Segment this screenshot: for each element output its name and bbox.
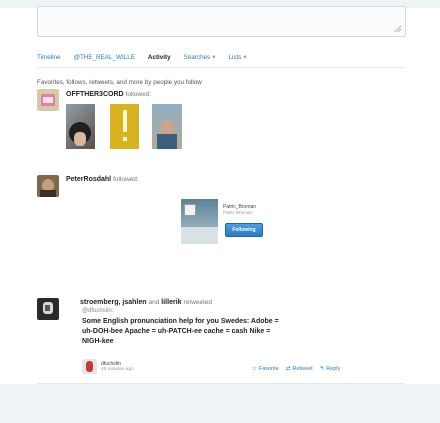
activity-conjunction: and [148,299,160,306]
avatar-stroemberg[interactable] [37,298,59,320]
avatar-art [86,361,93,372]
tweet-text-line: NIGH-kee [82,338,114,345]
profile-card-background[interactable] [181,199,218,244]
user-link[interactable]: lillerik [161,299,181,306]
tweet-author-handle[interactable]: @dfuchslin: [82,308,113,314]
tab-mentions[interactable]: @THE_REAL_WILLE [74,54,135,61]
photo-art [123,137,127,141]
followed-user-photo-3[interactable] [152,104,182,149]
reply-button[interactable]: ↰ Reply [320,366,341,372]
avatar-dfuchslin[interactable] [82,359,97,374]
tabs-divider [37,67,404,68]
activity-verb: followed: [125,91,152,98]
activity-3-header: stroemberg, jsahlen and lillerik retweet… [80,299,212,306]
retweet-label: Retweet [292,366,313,372]
page-footer-background [0,384,440,423]
tab-lists-label: Lists [228,53,242,61]
star-icon: ☆ [252,366,257,372]
tweet-compose-box[interactable] [37,6,406,37]
tweet-text-line: Some English pronunciation help for you … [82,318,279,325]
avatar-art [40,190,56,197]
profile-handle: Patric Broman [223,210,253,215]
favorite-label: Favorite [258,366,279,372]
resize-handle-icon[interactable] [394,25,402,33]
activity-subtitle: Favorites, follows, retweets, and more b… [37,79,202,86]
retweet-button[interactable]: ⇄ Retweet [286,366,313,372]
user-link[interactable]: PeterRosdahl [66,176,111,183]
photo-art [181,227,218,244]
avatar-offther3cord[interactable] [37,89,59,111]
activity-2-header: PeterRosdahl followed: [66,176,139,183]
user-link[interactable]: OFFTHER3CORD [66,91,124,98]
tab-searches-label: Searches [183,53,211,61]
followed-user-photo-1[interactable] [66,104,95,149]
tweet-actions: ☆ Favorite ⇄ Retweet ↰ Reply [252,366,347,372]
activity-1-header: OFFTHER3CORD followed: [66,91,151,98]
favorite-button[interactable]: ☆ Favorite [252,366,279,372]
tab-lists[interactable]: Lists ▾ [228,54,246,61]
photo-art [74,132,86,146]
tweet-timestamp[interactable]: 48 minutes ago [101,367,134,372]
avatar-peterrosdahl[interactable] [37,175,59,197]
avatar-art [43,97,53,103]
reply-icon: ↰ [319,366,325,372]
tweet-text-line: uh-DOH-bee Apache = uh-PATCH-ee cache = … [82,328,271,335]
following-button[interactable]: Following [225,223,263,237]
activity-verb: followed: [113,176,139,183]
followed-user-photo-2[interactable] [110,104,139,149]
avatar-art [45,305,50,311]
tweet-text: Some English pronunciation help for you … [82,317,382,347]
activity-verb: retweeted [183,299,213,306]
tab-searches[interactable]: Searches ▾ [184,54,216,61]
tab-timeline[interactable]: Timeline [37,54,61,61]
reply-label: Reply [326,366,341,372]
retweet-icon: ⇄ [285,366,291,372]
user-link[interactable]: stroemberg, jsahlen [80,299,147,306]
photo-art [184,204,196,216]
tab-activity[interactable]: Activity [148,54,171,61]
tabs-bar: Timeline @THE_REAL_WILLE Activity Search… [37,50,260,64]
photo-art [157,134,177,149]
photo-art [123,110,127,132]
caret-down-icon: ▾ [212,53,216,61]
caret-down-icon: ▾ [243,53,247,61]
